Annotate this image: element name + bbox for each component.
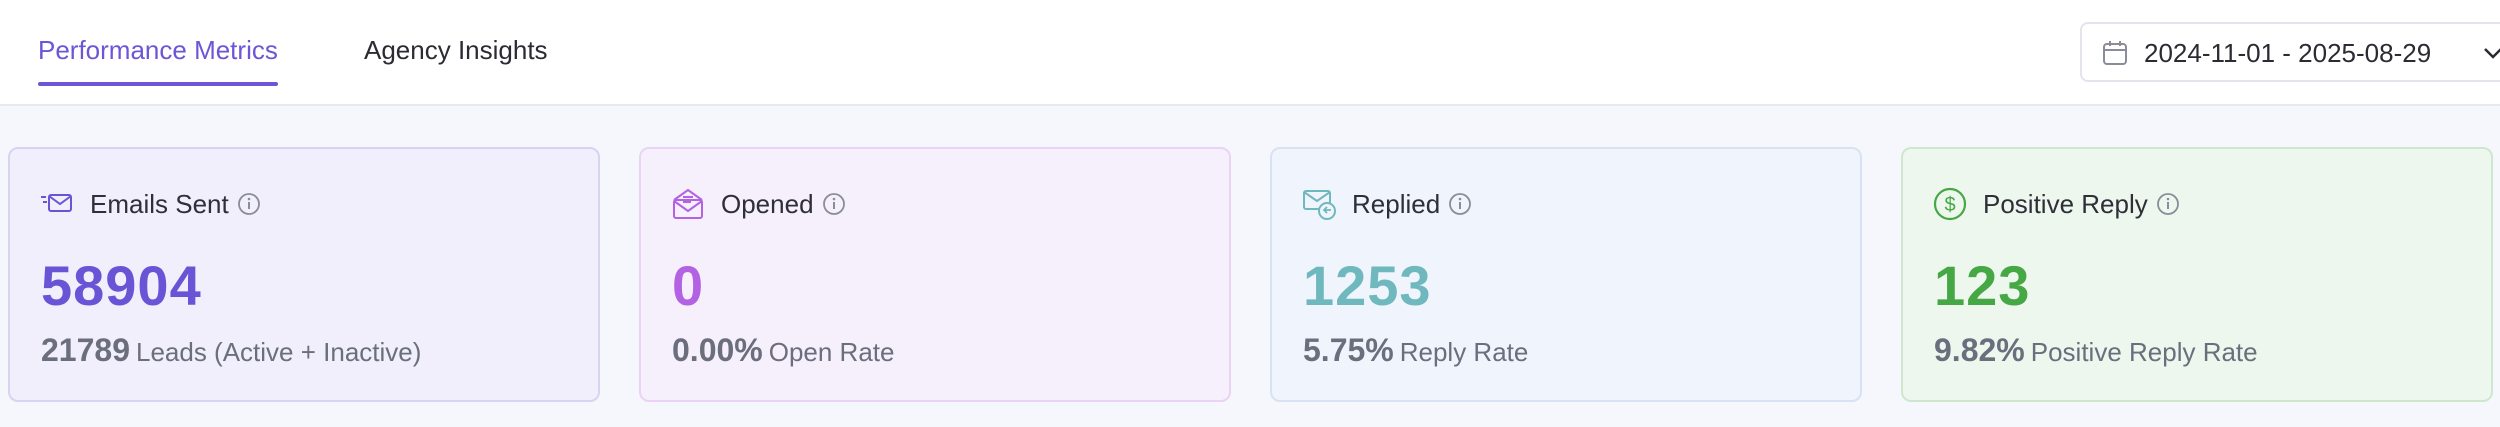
leads-count: 21789 [41,332,130,368]
opened-value: 0 [672,254,705,317]
tab-agency-insights[interactable]: Agency Insights [364,34,548,84]
date-range-text: 2024-11-01 - 2025-08-29 [2144,38,2432,68]
card-subtext: 9.82% Positive Reply Rate [1934,332,2258,369]
envelope-open-icon [673,188,703,219]
replied-value: 1253 [1303,254,1432,317]
calendar-icon [2103,41,2127,65]
info-icon[interactable] [1448,192,1472,216]
top-bar: Performance Metrics Agency Insights 2024… [0,0,2500,106]
email-send-icon [41,194,72,212]
card-title: Positive Reply [1983,189,2180,220]
svg-text:$: $ [1944,194,1955,216]
card-title: Opened [721,189,846,220]
positive-reply-card: $ Positive Reply 123 9.82% Positive Reply… [1901,147,2493,402]
card-title: Emails Sent [90,189,261,220]
open-rate-value: 0.00% [672,332,763,368]
card-subtext: 0.00% Open Rate [672,332,894,369]
card-subtext: 21789 Leads (Active + Inactive) [41,332,421,369]
positive-reply-rate-label: Positive Reply Rate [2030,337,2258,367]
info-icon[interactable] [2156,192,2180,216]
opened-card: Opened 0 0.00% Open Rate [639,147,1231,402]
card-title: Replied [1352,189,1472,220]
replied-card: Replied 1253 5.75% Reply Rate [1270,147,1862,402]
leads-label: Leads (Active + Inactive) [135,337,422,367]
emails-sent-value: 58904 [41,254,202,317]
emails-sent-card: Emails Sent 58904 21789 Leads (Active + I… [8,147,600,402]
info-icon[interactable] [237,192,261,216]
card-subtext: 5.75% Reply Rate [1303,332,1528,369]
reply-rate-value: 5.75% [1303,332,1394,368]
reply-rate-label: Reply Rate [1399,337,1529,367]
email-reply-icon [1303,190,1336,220]
positive-reply-value: 123 [1934,254,2031,317]
date-range-picker[interactable]: 2024-11-01 - 2025-08-29 [2080,22,2500,82]
info-icon[interactable] [822,192,846,216]
tab-performance-metrics[interactable]: Performance Metrics [38,34,278,86]
dollar-circle-icon: $ [1933,187,1967,221]
open-rate-label: Open Rate [768,337,895,367]
chevron-down-icon [2484,48,2500,59]
positive-reply-rate-value: 9.82% [1934,332,2025,368]
